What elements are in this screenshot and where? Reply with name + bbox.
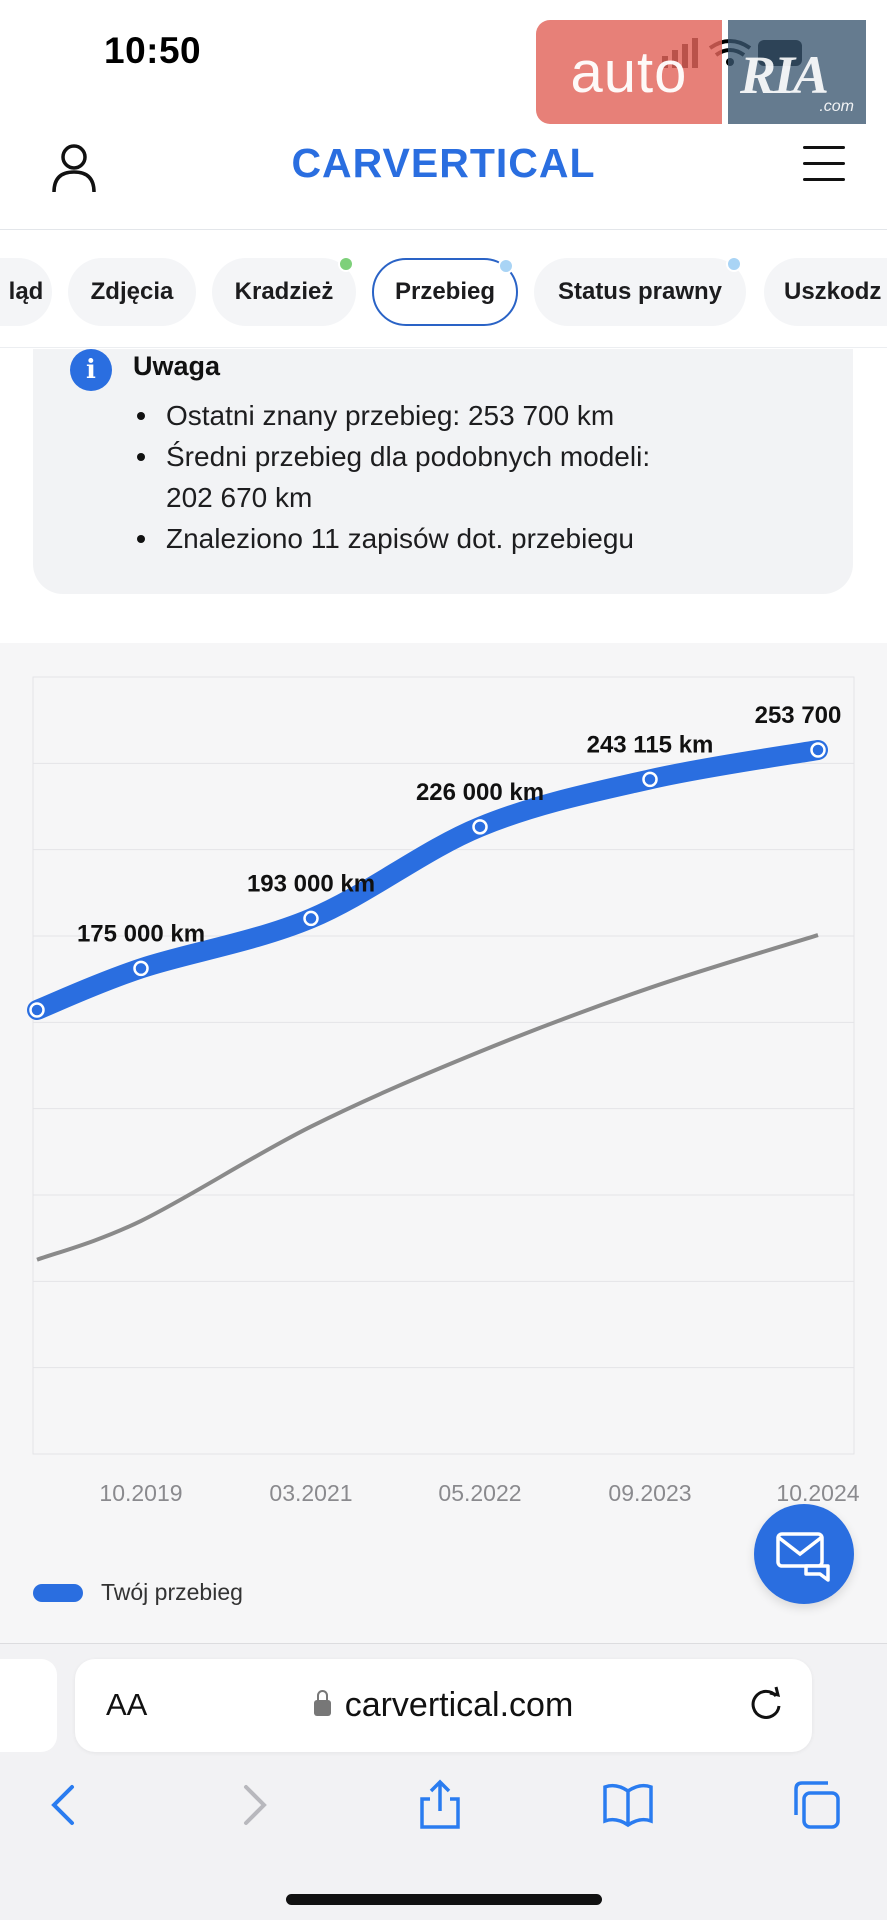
status-time: 10:50 (104, 30, 202, 71)
tab-zdjecia[interactable]: Zdjęcia (68, 258, 196, 326)
previous-tab-card[interactable] (0, 1659, 57, 1752)
tab-przebieg[interactable]: Przebieg (372, 258, 518, 326)
tabs-overview-icon[interactable] (790, 1779, 842, 1831)
notice-list: Ostatni znany przebieg: 253 700 km Średn… (133, 395, 650, 559)
chart-legend: Twój przebieg (33, 1579, 243, 1606)
forward-icon[interactable] (228, 1779, 280, 1831)
tab-status-prawny[interactable]: Status prawny (534, 256, 746, 326)
address-bar[interactable]: AA carvertical.com (75, 1659, 812, 1752)
browser-chrome: AA carvertical.com (0, 1643, 887, 1920)
mileage-notice: i Uwaga Ostatni znany przebieg: 253 700 … (33, 349, 853, 594)
watermark-auto: auto (536, 20, 722, 124)
tab-label: Status prawny (557, 278, 723, 305)
lock-icon (313, 1690, 331, 1716)
tab-label: Zdjęcia (90, 278, 174, 305)
data-point (642, 771, 658, 788)
notice-item: Ostatni znany przebieg: 253 700 km (133, 395, 650, 436)
chat-icon (776, 1532, 830, 1582)
url-text: carvertical.com (344, 1686, 574, 1724)
chat-button[interactable] (754, 1504, 854, 1604)
x-tick-label: 05.2022 (438, 1480, 521, 1506)
bookmarks-icon[interactable] (602, 1779, 654, 1831)
back-icon[interactable] (38, 1779, 90, 1831)
share-icon[interactable] (414, 1779, 466, 1831)
legend-swatch (33, 1583, 83, 1602)
home-indicator (286, 1894, 602, 1905)
watermark-ria-text: RIA (740, 45, 829, 105)
mileage-chart: 175 000 km 193 000 km 226 000 km 243 115 km… (27, 676, 860, 1506)
data-point (810, 742, 826, 758)
brand-logo[interactable]: CARVERTICAL (0, 140, 887, 187)
x-tick-label: 10.2019 (99, 1480, 182, 1506)
x-tick-label: 09.2023 (608, 1480, 691, 1506)
data-label: 193 000 km (247, 870, 375, 897)
section-tabs: ląd Zdjęcia Kradzież Przebieg Status pra… (0, 230, 887, 348)
notice-item: Znaleziono 11 zapisów dot. przebiegu (133, 518, 650, 559)
data-label: 243 115 km (587, 731, 714, 758)
data-point (303, 910, 319, 927)
info-icon: i (70, 349, 112, 391)
status-dot (338, 256, 354, 272)
tab-label: ląd (8, 278, 44, 305)
tab-uszkodzenia[interactable]: Uszkodz (764, 258, 887, 326)
url-display[interactable]: carvertical.com (75, 1686, 812, 1725)
notice-title: Uwaga (133, 351, 221, 381)
watermark-com-text: .com (819, 98, 854, 115)
hamburger-menu-icon[interactable] (803, 146, 845, 182)
tab-label: Uszkodz (784, 278, 882, 305)
data-point (133, 960, 149, 977)
data-label: 175 000 km (77, 920, 205, 947)
tab-przeglad[interactable]: ląd (0, 258, 52, 326)
x-tick-label: 03.2021 (269, 1480, 352, 1506)
tab-label: Kradzież (234, 278, 334, 305)
data-point (29, 1002, 45, 1018)
data-label: 253 700 (755, 702, 842, 729)
status-dot (726, 256, 742, 272)
data-point (472, 819, 488, 835)
watermark-ria: RIA .com (728, 20, 866, 124)
notice-item: Średni przebieg dla podobnych modeli: 202… (133, 436, 650, 518)
status-dot (498, 258, 514, 274)
mileage-chart-section: 175 000 km 193 000 km 226 000 km 243 115 km… (0, 643, 887, 1643)
x-tick-label: 10.2024 (776, 1480, 859, 1506)
tab-label: Przebieg (394, 278, 496, 305)
legend-label: Twój przebieg (101, 1579, 243, 1605)
top-nav: CARVERTICAL (0, 118, 887, 230)
data-label: 226 000 km (416, 779, 544, 806)
reload-icon[interactable] (746, 1684, 786, 1724)
tab-kradziez[interactable]: Kradzież (212, 256, 356, 326)
